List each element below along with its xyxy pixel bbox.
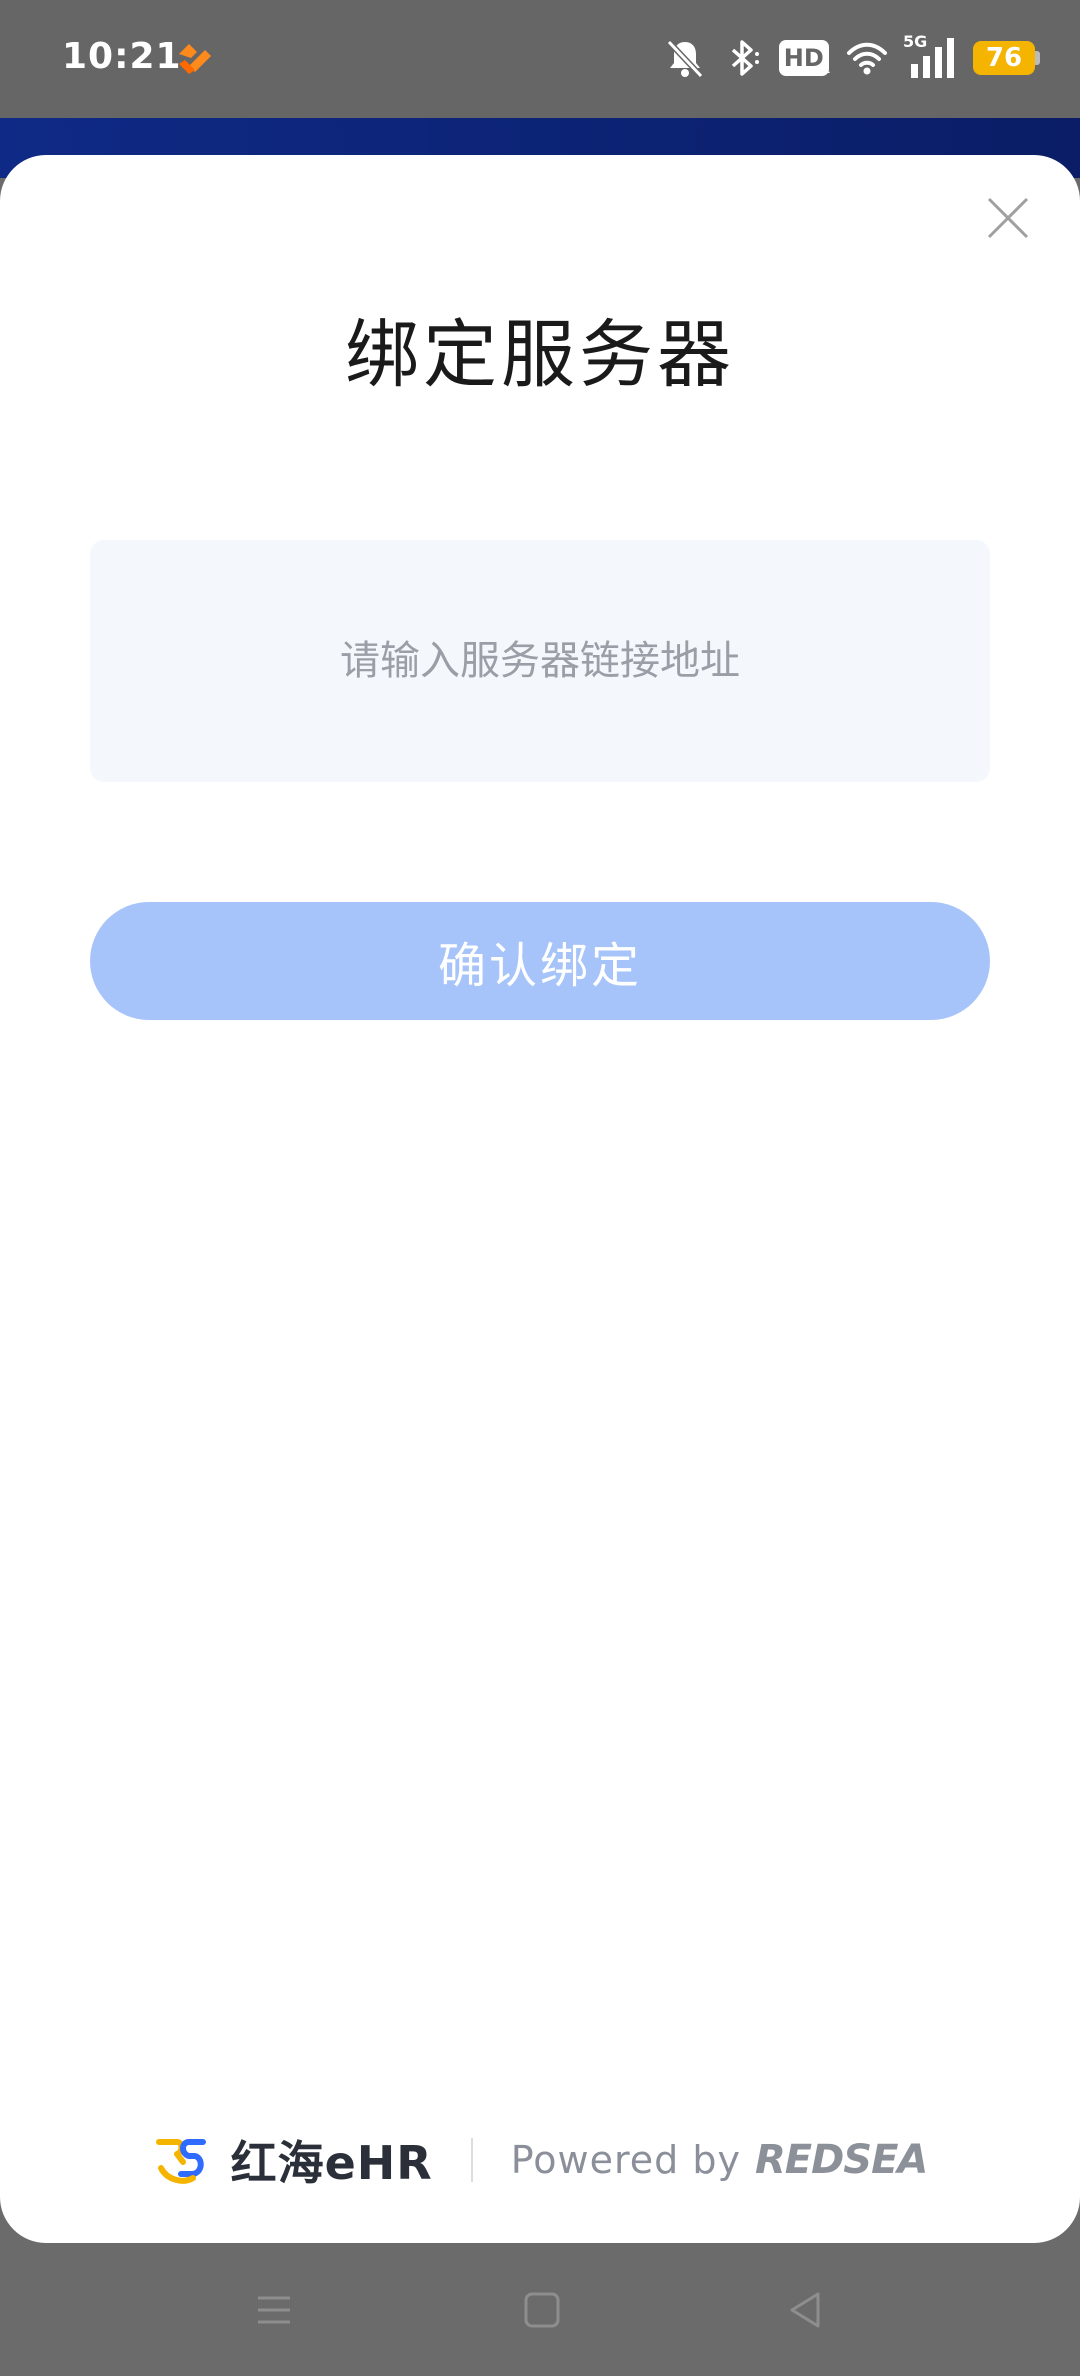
back-icon[interactable] bbox=[784, 2288, 828, 2332]
app-notification-icon bbox=[179, 44, 211, 74]
bluetooth-icon bbox=[731, 40, 759, 76]
battery-icon: 76 bbox=[973, 41, 1040, 75]
redsea-logo-icon bbox=[155, 2139, 206, 2184]
close-icon[interactable] bbox=[985, 195, 1031, 241]
battery-tip bbox=[1035, 51, 1040, 65]
footer: 红海eHR Powered by REDSEA bbox=[0, 2120, 1080, 2200]
dialog-title: 绑定服务器 bbox=[345, 312, 735, 398]
hd-indicator: HD 1 bbox=[778, 40, 831, 77]
wifi-icon bbox=[847, 42, 887, 75]
server-url-input[interactable] bbox=[90, 540, 990, 782]
status-icons: HD 1 5G 76 bbox=[663, 30, 1040, 86]
powered-by-text: Powered by bbox=[510, 2138, 741, 2182]
confirm-bind-button[interactable]: 确认绑定 bbox=[90, 902, 990, 1020]
status-time: 10:21 bbox=[62, 36, 182, 77]
signal-icon bbox=[911, 38, 954, 78]
bind-server-sheet bbox=[0, 155, 1080, 2243]
home-icon[interactable] bbox=[520, 2288, 564, 2332]
hd-sub-label: 1 bbox=[820, 57, 831, 77]
redsea-wordmark: REDSEA bbox=[754, 2137, 928, 2183]
signal-indicator: 5G bbox=[903, 32, 959, 80]
battery-level: 76 bbox=[973, 41, 1035, 75]
status-bar: 10:21 HD 1 5G 76 bbox=[0, 0, 1080, 118]
footer-divider bbox=[470, 2138, 473, 2182]
menu-icon[interactable] bbox=[252, 2288, 296, 2332]
mute-bell-icon bbox=[666, 39, 703, 79]
navigation-bar bbox=[0, 2243, 1080, 2376]
brand-name: 红海eHR bbox=[230, 2136, 433, 2190]
